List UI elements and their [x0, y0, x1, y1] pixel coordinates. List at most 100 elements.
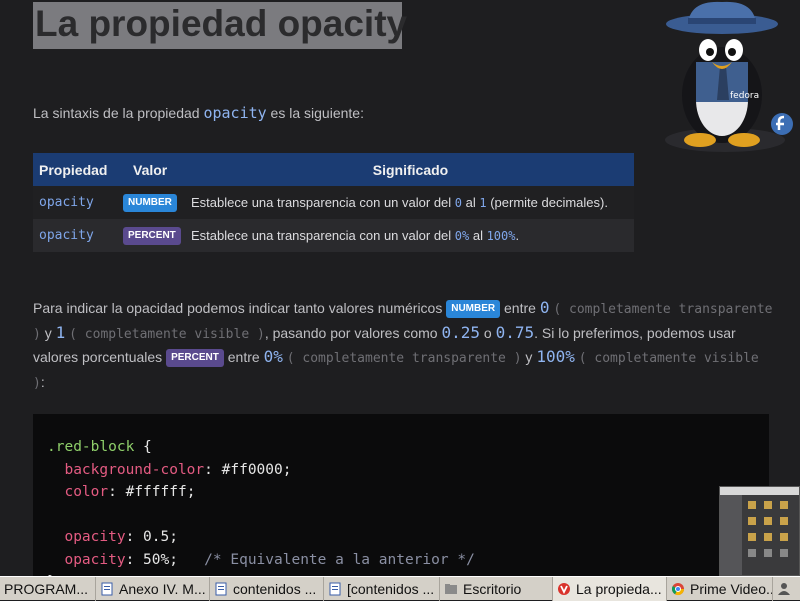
- row-property: opacity: [33, 219, 117, 252]
- taskbar-item-label: Escritorio: [463, 581, 522, 597]
- desc-value-max: 1: [479, 196, 487, 210]
- folder-icon: [764, 517, 772, 525]
- para-text: entre: [223, 349, 264, 365]
- para-text: , pasando por valores como: [264, 324, 442, 341]
- taskbar-item[interactable]: contenidos ...: [210, 577, 324, 601]
- header-propiedad: Propiedad: [33, 153, 117, 186]
- taskbar-item[interactable]: Escritorio: [440, 577, 553, 601]
- folder-icon: [780, 533, 788, 541]
- value-zero: 0: [539, 298, 550, 317]
- folder-icon: [764, 533, 772, 541]
- code-comment: /* Equivalente a la anterior */: [204, 551, 475, 568]
- desc-text: al: [469, 228, 487, 243]
- desc-text: Establece una transparencia con un valor…: [191, 228, 455, 243]
- taskbar-item-label: Anexo IV. M...: [119, 581, 206, 597]
- folder-icon: [748, 517, 756, 525]
- row-value-cell: NUMBER: [117, 186, 187, 219]
- header-valor: Valor: [117, 153, 187, 186]
- folder-icon: [780, 501, 788, 509]
- header-significado: Significado: [187, 153, 634, 186]
- row-value-cell: PERCENT: [117, 219, 187, 252]
- folder-icon: [748, 533, 756, 541]
- para-text: y: [521, 349, 537, 365]
- taskbar-item[interactable]: La propieda...: [553, 577, 667, 601]
- folder-icon: [780, 517, 788, 525]
- thumbnail-titlebar: [720, 487, 799, 495]
- row-description: Establece una transparencia con un valor…: [187, 186, 634, 219]
- browser-page: La propiedad opacity fedora La sintaxis …: [0, 0, 800, 576]
- para-text: entre: [500, 300, 540, 316]
- taskbar-item[interactable]: Prime Video...: [667, 577, 773, 601]
- file-icon: [764, 549, 772, 557]
- table-header-row: Propiedad Valor Significado: [33, 153, 634, 186]
- taskbar-item-label: Prime Video...: [690, 581, 773, 597]
- css-code-block: .red-block { background-color: #ff0000; …: [33, 414, 769, 576]
- taskbar-item-label: PROGRAM...: [4, 581, 89, 597]
- user-icon: [778, 583, 790, 595]
- taskbar-item[interactable]: Anexo IV. M...: [96, 577, 210, 601]
- opacity-explanation-paragraph: Para indicar la opacidad podemos indicar…: [33, 297, 778, 395]
- number-badge[interactable]: NUMBER: [446, 300, 501, 319]
- para-text: o: [480, 324, 496, 341]
- code-property: background-color: [64, 461, 205, 478]
- code-selector: .red-block: [47, 439, 135, 455]
- opacity-syntax-table: Propiedad Valor Significado opacity NUMB…: [33, 153, 634, 252]
- para-text: Para indicar la opacidad podemos indicar…: [33, 300, 447, 316]
- para-text: :: [40, 373, 45, 390]
- document-icon: [101, 582, 113, 596]
- desc-text: (permite decimales).: [486, 195, 608, 210]
- code-value: #ffffff;: [125, 484, 196, 500]
- code-value: 0.5;: [143, 529, 178, 545]
- desc-value-min: 0%: [454, 229, 470, 243]
- folder-icon: [445, 584, 457, 594]
- percent-badge[interactable]: PERCENT: [166, 349, 224, 368]
- intro-text-after: es la siguiente:: [266, 105, 364, 121]
- row-property: opacity: [33, 186, 117, 219]
- fedora-penguin-mascot: fedora: [665, 1, 793, 152]
- value-hundred-percent: 100%: [536, 347, 575, 366]
- intro-code-opacity: opacity: [203, 104, 267, 122]
- number-badge[interactable]: NUMBER: [123, 193, 177, 212]
- table-row: opacity PERCENT Establece una transparen…: [33, 219, 634, 252]
- paren-note: ( completamente transparente ): [286, 351, 522, 366]
- value-075: 0.75: [495, 322, 535, 342]
- intro-text-before: La sintaxis de la propiedad: [33, 105, 204, 121]
- vivaldi-icon: [558, 583, 570, 595]
- page-title: La propiedad opacity: [33, 2, 407, 49]
- syntax-intro: La sintaxis de la propiedad opacity es l…: [33, 104, 364, 122]
- folder-icon: [748, 501, 756, 509]
- code-property: opacity: [64, 551, 126, 568]
- taskbar-item[interactable]: PROGRAM...: [0, 577, 96, 601]
- value-zero-percent: 0%: [263, 347, 283, 366]
- taskbar-item[interactable]: [773, 577, 800, 601]
- document-icon: [329, 582, 341, 596]
- taskbar: PROGRAM... Anexo IV. M... contenidos ...…: [0, 576, 800, 601]
- taskbar-item[interactable]: [contenidos ...: [324, 577, 440, 601]
- value-025: 0.25: [441, 322, 480, 342]
- taskbar-item-label: contenidos ...: [233, 581, 317, 597]
- document-icon: [215, 582, 227, 596]
- code-open-brace: {: [134, 439, 152, 455]
- taskbar-item-label: La propieda...: [576, 581, 662, 597]
- file-icon: [780, 549, 788, 557]
- percent-badge[interactable]: PERCENT: [123, 226, 181, 245]
- row-description: Establece una transparencia con un valor…: [187, 219, 634, 252]
- fedora-hat-label: fedora: [730, 91, 759, 101]
- code-property: opacity: [64, 529, 126, 545]
- folder-icon: [764, 501, 772, 509]
- code-value: 50%;: [143, 551, 178, 568]
- chrome-icon: [671, 583, 684, 596]
- desc-text: al: [462, 195, 480, 210]
- desc-text: Establece una transparencia con un valor…: [191, 195, 455, 210]
- taskbar-item-label: [contenidos ...: [347, 581, 435, 597]
- thumbnail-sidebar: [720, 495, 742, 575]
- desc-value-min: 0: [454, 196, 463, 210]
- table-row: opacity NUMBER Establece una transparenc…: [33, 186, 634, 219]
- desc-text: .: [515, 228, 520, 243]
- code-property: color: [64, 484, 109, 500]
- code-value: #ff0000;: [221, 461, 292, 478]
- para-text: y: [40, 324, 56, 341]
- file-manager-thumbnail[interactable]: [719, 486, 800, 576]
- paren-note: ( completamente visible ): [69, 326, 265, 342]
- desc-value-max: 100%: [486, 229, 516, 243]
